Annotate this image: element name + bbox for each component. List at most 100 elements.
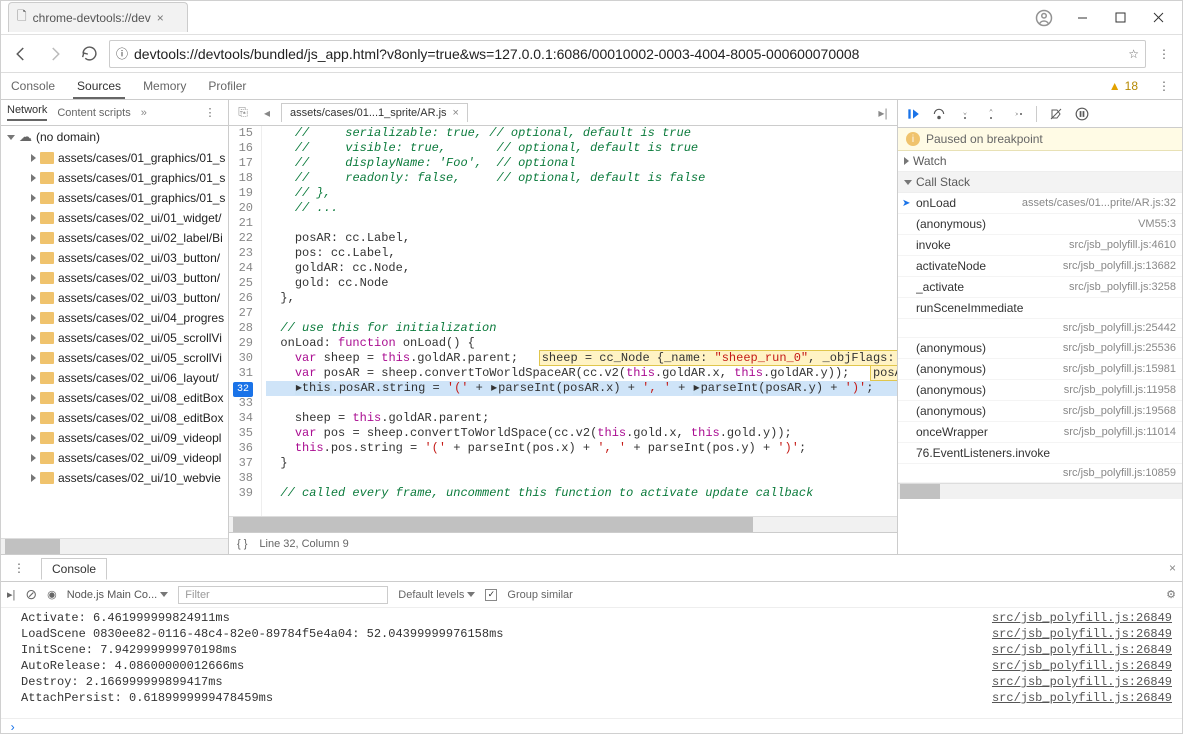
frame-name: invoke — [916, 238, 951, 252]
tree-item[interactable]: assets/cases/02_ui/03_button/ — [1, 248, 228, 268]
bookmark-icon[interactable]: ☆ — [1128, 47, 1139, 61]
file-history-button[interactable]: ◂ — [257, 106, 277, 120]
tree-item[interactable]: assets/cases/02_ui/06_layout/ — [1, 368, 228, 388]
line-gutter[interactable]: 1516171819202122232425262728293031323334… — [229, 126, 262, 516]
close-icon[interactable]: × — [1169, 561, 1176, 575]
console-prompt[interactable]: › — [1, 718, 1182, 737]
stack-frame[interactable]: invokesrc/jsb_polyfill.js:4610 — [898, 235, 1182, 256]
stack-frame[interactable]: src/jsb_polyfill.js:10859 — [898, 464, 1182, 483]
devtools-tab-memory[interactable]: Memory — [139, 75, 190, 97]
horizontal-scrollbar[interactable] — [1, 538, 228, 554]
tree-item[interactable]: assets/cases/02_ui/10_webvie — [1, 468, 228, 488]
callstack-section[interactable]: Call Stack — [898, 172, 1182, 193]
address-bar[interactable]: ⓘ devtools://devtools/bundled/js_app.htm… — [109, 40, 1146, 68]
more-tabs-icon[interactable]: » — [141, 107, 147, 119]
levels-selector[interactable]: Default levels — [398, 589, 475, 601]
context-selector[interactable]: Node.js Main Co... — [67, 589, 169, 601]
maximize-button[interactable] — [1102, 3, 1140, 33]
stack-frame[interactable]: onceWrappersrc/jsb_polyfill.js:11014 — [898, 422, 1182, 443]
tree-item[interactable]: assets/cases/02_ui/08_editBox — [1, 388, 228, 408]
frame-name: (anonymous) — [916, 362, 986, 376]
tree-item[interactable]: assets/cases/02_ui/02_label/Bi — [1, 228, 228, 248]
devtools-tab-console[interactable]: Console — [7, 75, 59, 97]
log-source-link[interactable]: src/jsb_polyfill.js:26849 — [992, 675, 1172, 689]
tree-item[interactable]: assets/cases/02_ui/09_videopl — [1, 448, 228, 468]
step-into-button[interactable] — [954, 103, 976, 125]
url-text: devtools://devtools/bundled/js_app.html?… — [134, 46, 1122, 62]
log-source-link[interactable]: src/jsb_polyfill.js:26849 — [992, 659, 1172, 673]
gear-icon[interactable]: ⚙ — [1166, 588, 1176, 601]
resume-button[interactable] — [902, 103, 924, 125]
stack-frame[interactable]: (anonymous)VM55:3 — [898, 214, 1182, 235]
close-window-button[interactable] — [1140, 3, 1178, 33]
stack-frame[interactable]: _activatesrc/jsb_polyfill.js:3258 — [898, 277, 1182, 298]
watch-section[interactable]: Watch — [898, 151, 1182, 172]
pause-exceptions-button[interactable] — [1071, 103, 1093, 125]
stack-frame[interactable]: (anonymous)src/jsb_polyfill.js:25536 — [898, 338, 1182, 359]
stack-frame[interactable]: runSceneImmediate — [898, 298, 1182, 319]
devtools-menu-button[interactable]: ⋮ — [1152, 79, 1176, 93]
stack-frame[interactable]: (anonymous)src/jsb_polyfill.js:19568 — [898, 401, 1182, 422]
pretty-print-icon[interactable]: { } — [237, 538, 247, 550]
drawer-menu-button[interactable]: ⋮ — [7, 561, 31, 575]
tree-item[interactable]: assets/cases/01_graphics/01_s — [1, 148, 228, 168]
close-icon[interactable]: × — [157, 11, 164, 25]
console-sidebar-toggle[interactable]: ▸| — [7, 588, 15, 601]
tree-item[interactable]: assets/cases/02_ui/09_videopl — [1, 428, 228, 448]
browser-tab[interactable]: 🗋 chrome-devtools://dev × — [8, 2, 188, 32]
stack-frame[interactable]: (anonymous)src/jsb_polyfill.js:11958 — [898, 380, 1182, 401]
browser-menu-button[interactable]: ⋮ — [1152, 47, 1176, 61]
tree-item[interactable]: assets/cases/02_ui/03_button/ — [1, 288, 228, 308]
devtools-tab-sources[interactable]: Sources — [73, 75, 125, 99]
left-tab-content-scripts[interactable]: Content scripts — [57, 107, 130, 119]
warnings-indicator[interactable]: ▲ 18 — [1109, 79, 1138, 93]
stack-frame[interactable]: activateNodesrc/jsb_polyfill.js:13682 — [898, 256, 1182, 277]
file-tree[interactable]: ☁ (no domain) assets/cases/01_graphics/0… — [1, 126, 228, 538]
cursor-position: Line 32, Column 9 — [259, 538, 348, 550]
minimize-button[interactable] — [1063, 3, 1101, 33]
file-pane-toggle-icon[interactable]: ⎘ — [233, 105, 253, 120]
step-out-button[interactable] — [980, 103, 1002, 125]
step-button[interactable] — [1006, 103, 1028, 125]
right-horizontal-scrollbar[interactable] — [898, 483, 1182, 499]
back-button[interactable] — [7, 40, 35, 68]
left-tab-network[interactable]: Network — [7, 104, 47, 121]
file-tab[interactable]: assets/cases/01...1_sprite/AR.js × — [281, 103, 468, 122]
stack-frame[interactable]: onLoadassets/cases/01...prite/AR.js:32 — [898, 193, 1182, 214]
console-output[interactable]: Activate: 6.461999999824911mssrc/jsb_pol… — [1, 608, 1182, 718]
stack-frame[interactable]: src/jsb_polyfill.js:25442 — [898, 319, 1182, 338]
stack-frame[interactable]: (anonymous)src/jsb_polyfill.js:15981 — [898, 359, 1182, 380]
close-icon[interactable]: × — [453, 107, 459, 119]
warning-icon: ▲ — [1109, 79, 1121, 93]
devtools-tab-profiler[interactable]: Profiler — [204, 75, 250, 97]
deactivate-breakpoints-button[interactable] — [1045, 103, 1067, 125]
tree-item[interactable]: assets/cases/02_ui/08_editBox — [1, 408, 228, 428]
tree-item[interactable]: assets/cases/02_ui/04_progres — [1, 308, 228, 328]
tree-item[interactable]: assets/cases/02_ui/05_scrollVi — [1, 328, 228, 348]
console-drawer-tab[interactable]: Console — [41, 558, 107, 580]
log-source-link[interactable]: src/jsb_polyfill.js:26849 — [992, 691, 1172, 705]
step-over-button[interactable] — [928, 103, 950, 125]
info-icon[interactable]: ⓘ — [116, 45, 128, 62]
stack-frame[interactable]: 76.EventListeners.invoke — [898, 443, 1182, 464]
left-menu-button[interactable]: ⋮ — [198, 106, 222, 119]
page-icon: 🗋 — [17, 7, 27, 28]
tree-domain[interactable]: ☁ (no domain) — [1, 126, 228, 148]
tree-item[interactable]: assets/cases/01_graphics/01_s — [1, 168, 228, 188]
code-editor[interactable]: 1516171819202122232425262728293031323334… — [229, 126, 897, 516]
account-icon[interactable] — [1025, 3, 1063, 33]
filter-input[interactable]: Filter — [178, 586, 388, 604]
tree-item[interactable]: assets/cases/02_ui/05_scrollVi — [1, 348, 228, 368]
tree-item[interactable]: assets/cases/01_graphics/01_s — [1, 188, 228, 208]
tree-item[interactable]: assets/cases/02_ui/03_button/ — [1, 268, 228, 288]
log-source-link[interactable]: src/jsb_polyfill.js:26849 — [992, 643, 1172, 657]
log-source-link[interactable]: src/jsb_polyfill.js:26849 — [992, 611, 1172, 625]
file-overflow-button[interactable]: ▸| — [873, 106, 893, 120]
clear-console-button[interactable]: ⊘ — [25, 586, 37, 603]
tree-item[interactable]: assets/cases/02_ui/01_widget/ — [1, 208, 228, 228]
log-source-link[interactable]: src/jsb_polyfill.js:26849 — [992, 627, 1172, 641]
reload-button[interactable] — [75, 40, 103, 68]
code-horizontal-scrollbar[interactable] — [229, 516, 897, 532]
log-row: AutoRelease: 4.08600000012666mssrc/jsb_p… — [1, 658, 1182, 674]
group-similar-checkbox[interactable]: ✓ — [485, 589, 497, 601]
